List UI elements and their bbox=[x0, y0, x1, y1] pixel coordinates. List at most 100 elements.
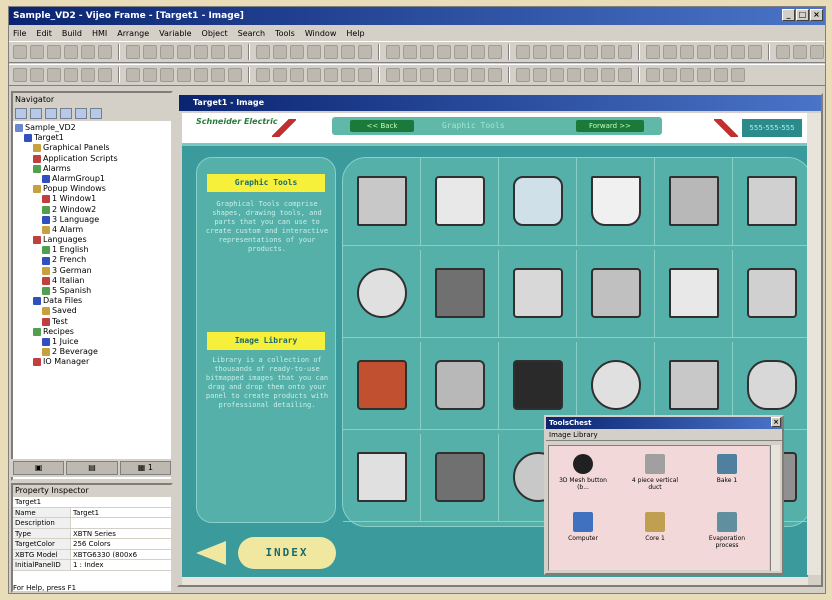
image-cell[interactable] bbox=[577, 158, 655, 246]
minimize-button[interactable]: _ bbox=[782, 9, 795, 21]
tree-item[interactable]: 1 English bbox=[15, 245, 169, 255]
toolbar-icon[interactable] bbox=[211, 45, 225, 59]
menu-arrange[interactable]: Arrange bbox=[117, 29, 149, 38]
image-cell[interactable] bbox=[421, 342, 499, 430]
toolschest-scrollbar[interactable] bbox=[770, 445, 780, 571]
tree-item[interactable]: Saved bbox=[15, 306, 169, 316]
toolbar-icon[interactable] bbox=[30, 45, 44, 59]
forward-button[interactable]: Forward >> bbox=[576, 120, 644, 132]
toolbar-icon[interactable] bbox=[143, 45, 157, 59]
toolbar-icon[interactable] bbox=[290, 45, 304, 59]
toolbar-icon[interactable] bbox=[731, 68, 745, 82]
tree-item[interactable]: Recipes bbox=[15, 327, 169, 337]
property-target-select[interactable]: Target1 bbox=[13, 497, 171, 508]
toolbar-icon[interactable] bbox=[30, 68, 44, 82]
toolbar-icon[interactable] bbox=[256, 68, 270, 82]
toolbar-icon[interactable] bbox=[793, 45, 807, 59]
tab-resources[interactable]: ▤ bbox=[66, 461, 118, 475]
toolbar-icon[interactable] bbox=[776, 45, 790, 59]
library-item[interactable]: Core 1 bbox=[625, 508, 685, 562]
index-button[interactable]: INDEX bbox=[196, 533, 338, 573]
toolbar-icon[interactable] bbox=[358, 68, 372, 82]
toolbar-icon[interactable] bbox=[211, 68, 225, 82]
toolbar-icon[interactable] bbox=[567, 45, 581, 59]
close-icon[interactable]: × bbox=[771, 417, 781, 427]
tree-item[interactable]: 1 Window1 bbox=[15, 194, 169, 204]
tree-item[interactable]: Data Files bbox=[15, 296, 169, 306]
image-cell[interactable] bbox=[733, 158, 808, 246]
vertical-scrollbar[interactable] bbox=[807, 113, 821, 575]
toolbar-icon[interactable] bbox=[341, 45, 355, 59]
toolbar-icon[interactable] bbox=[471, 45, 485, 59]
image-cell[interactable] bbox=[421, 250, 499, 338]
toolbar-icon[interactable] bbox=[714, 45, 728, 59]
property-row[interactable]: XBTG Model XBTG6330 (800x6 bbox=[13, 549, 171, 560]
tree-root[interactable]: Sample_VD2 bbox=[15, 123, 169, 133]
toolbar-icon[interactable] bbox=[290, 68, 304, 82]
property-row[interactable]: Description bbox=[13, 518, 171, 529]
tree-item[interactable]: 2 Window2 bbox=[15, 205, 169, 215]
toolbar-icon[interactable] bbox=[437, 45, 451, 59]
maximize-button[interactable]: □ bbox=[796, 9, 809, 21]
tree-item[interactable]: AlarmGroup1 bbox=[15, 174, 169, 184]
menu-hmi[interactable]: HMI bbox=[92, 29, 107, 38]
menu-build[interactable]: Build bbox=[62, 29, 82, 38]
tool-icon[interactable] bbox=[90, 108, 102, 119]
tab-alarms[interactable]: ▦ 1 bbox=[119, 461, 171, 475]
toolbar-icon[interactable] bbox=[194, 68, 208, 82]
toolbar-icon[interactable] bbox=[228, 68, 242, 82]
property-row[interactable]: Type XBTN Series bbox=[13, 528, 171, 539]
toolbar-icon[interactable] bbox=[697, 68, 711, 82]
toolbar-icon[interactable] bbox=[550, 45, 564, 59]
toolbar-icon[interactable] bbox=[47, 45, 61, 59]
toolbar-icon[interactable] bbox=[680, 68, 694, 82]
menu-variable[interactable]: Variable bbox=[159, 29, 191, 38]
tree-item[interactable]: IO Manager bbox=[15, 357, 169, 367]
image-cell[interactable] bbox=[343, 434, 421, 522]
tree-item[interactable]: 2 French bbox=[15, 255, 169, 265]
back-button[interactable]: << Back bbox=[350, 120, 414, 132]
toolbar-icon[interactable] bbox=[160, 45, 174, 59]
tree-item[interactable]: Graphical Panels bbox=[15, 143, 169, 153]
toolbar-icon[interactable] bbox=[420, 45, 434, 59]
image-cell[interactable] bbox=[733, 250, 808, 338]
toolbar-icon[interactable] bbox=[64, 68, 78, 82]
menu-tools[interactable]: Tools bbox=[275, 29, 295, 38]
horizontal-scrollbar[interactable] bbox=[182, 577, 808, 585]
toolbar-icon[interactable] bbox=[550, 68, 564, 82]
library-item[interactable]: Bake 1 bbox=[697, 450, 757, 504]
tool-icon[interactable] bbox=[30, 108, 42, 119]
menu-edit[interactable]: Edit bbox=[36, 29, 52, 38]
tree-item[interactable]: 1 Juice bbox=[15, 337, 169, 347]
property-row[interactable]: InitialPanelID 1 : Index bbox=[13, 560, 171, 571]
toolbar-icon[interactable] bbox=[618, 68, 632, 82]
toolbar-icon[interactable] bbox=[437, 68, 451, 82]
toolbar-icon[interactable] bbox=[646, 45, 660, 59]
toolbar-icon[interactable] bbox=[584, 45, 598, 59]
image-cell[interactable] bbox=[655, 250, 733, 338]
toolschest-section[interactable]: Image Library bbox=[546, 429, 782, 441]
close-button[interactable]: × bbox=[810, 9, 823, 21]
library-item[interactable]: Computer bbox=[553, 508, 613, 562]
tree-item[interactable]: Target1 bbox=[15, 133, 169, 143]
toolbar-icon[interactable] bbox=[81, 68, 95, 82]
toolbar-icon[interactable] bbox=[567, 68, 581, 82]
toolbar-icon[interactable] bbox=[810, 45, 824, 59]
tree-item[interactable]: Popup Windows bbox=[15, 184, 169, 194]
toolbar-icon[interactable] bbox=[420, 68, 434, 82]
image-library-label[interactable]: Image Library bbox=[207, 332, 325, 350]
toolbar-icon[interactable] bbox=[160, 68, 174, 82]
image-cell[interactable] bbox=[343, 342, 421, 430]
toolbar-icon[interactable] bbox=[403, 68, 417, 82]
toolbar-icon[interactable] bbox=[618, 45, 632, 59]
toolbar-icon[interactable] bbox=[307, 68, 321, 82]
tool-icon[interactable] bbox=[75, 108, 87, 119]
toolbar-icon[interactable] bbox=[731, 45, 745, 59]
toolbar-icon[interactable] bbox=[81, 45, 95, 59]
toolbar-icon[interactable] bbox=[488, 68, 502, 82]
tree-item[interactable]: Languages bbox=[15, 235, 169, 245]
toolbar-icon[interactable] bbox=[307, 45, 321, 59]
toolbar-icon[interactable] bbox=[680, 45, 694, 59]
tree-item[interactable]: Test bbox=[15, 317, 169, 327]
toolbar-icon[interactable] bbox=[126, 45, 140, 59]
